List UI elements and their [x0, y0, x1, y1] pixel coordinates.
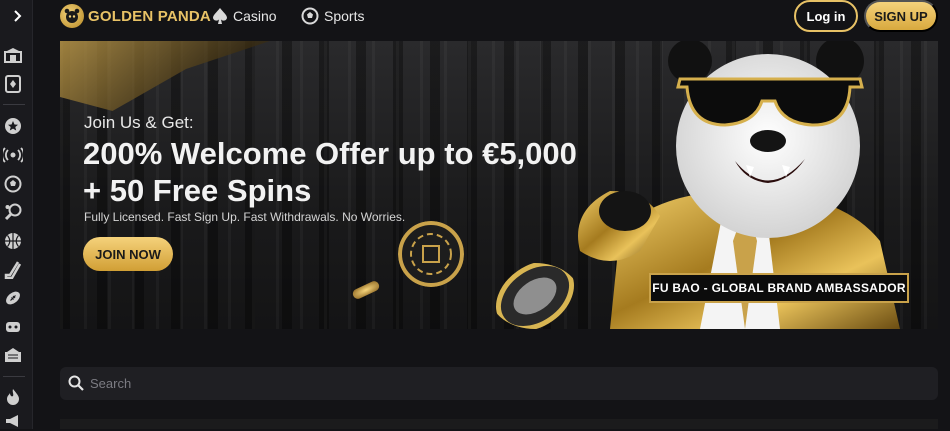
- top-header: GOLDEN PANDA Casino Sports Log in SIGN U…: [33, 0, 950, 32]
- gold-leaf-decoration: [60, 41, 270, 111]
- hero-subtitle: Join Us & Get:: [84, 113, 194, 132]
- hero-title: 200% Welcome Offer up to €5,000 + 50 Fre…: [83, 135, 577, 209]
- nav-sports[interactable]: Sports: [301, 6, 364, 26]
- search-input[interactable]: [90, 367, 910, 400]
- casino-chip-decoration: [496, 263, 574, 329]
- star-icon[interactable]: [3, 116, 23, 136]
- esports-icon[interactable]: [3, 317, 23, 337]
- search-icon: [68, 375, 84, 391]
- fire-icon[interactable]: [3, 387, 23, 407]
- left-sidebar: [0, 0, 33, 429]
- casino-building-icon[interactable]: [3, 45, 23, 65]
- hockey-stick-icon[interactable]: [3, 260, 23, 280]
- ambassador-caption: FU BAO - GLOBAL BRAND AMBASSADOR: [649, 273, 909, 303]
- hero-banner: Join Us & Get: 200% Welcome Offer up to …: [60, 41, 938, 329]
- sparkle-decoration: [351, 279, 381, 301]
- american-football-icon[interactable]: [3, 288, 23, 308]
- sidebar-divider: [3, 104, 25, 105]
- soccer-ball-icon[interactable]: [3, 174, 23, 194]
- sidebar-divider: [3, 376, 25, 377]
- chevron-right-icon: [13, 10, 21, 22]
- soccer-ball-icon: [301, 7, 319, 25]
- tennis-icon[interactable]: [3, 202, 23, 222]
- expand-sidebar-button[interactable]: [0, 0, 33, 32]
- signup-button[interactable]: SIGN UP: [864, 0, 938, 32]
- brand-logo[interactable]: GOLDEN PANDA: [60, 3, 211, 29]
- basketball-icon[interactable]: [3, 231, 23, 251]
- login-button[interactable]: Log in: [794, 0, 858, 32]
- nav-casino[interactable]: Casino: [212, 6, 277, 26]
- panda-logo-icon: [60, 4, 84, 28]
- hero-title-line-2: + 50 Free Spins: [83, 173, 312, 208]
- cards-icon[interactable]: [3, 74, 23, 94]
- live-broadcast-icon[interactable]: [3, 145, 23, 165]
- search-bar[interactable]: [60, 367, 938, 400]
- ticket-icon[interactable]: [3, 345, 23, 365]
- nav-casino-label: Casino: [233, 8, 277, 24]
- spade-icon: [213, 8, 227, 24]
- megaphone-icon[interactable]: [3, 411, 23, 431]
- logo-text: GOLDEN PANDA: [88, 7, 211, 25]
- casino-chip-decoration: [398, 221, 464, 287]
- hero-note: Fully Licensed. Fast Sign Up. Fast Withd…: [84, 210, 406, 224]
- content-strip: [60, 419, 938, 429]
- hero-title-line-1: 200% Welcome Offer up to €5,000: [83, 136, 577, 171]
- nav-sports-label: Sports: [324, 8, 365, 24]
- join-now-button[interactable]: JOIN NOW: [83, 237, 173, 271]
